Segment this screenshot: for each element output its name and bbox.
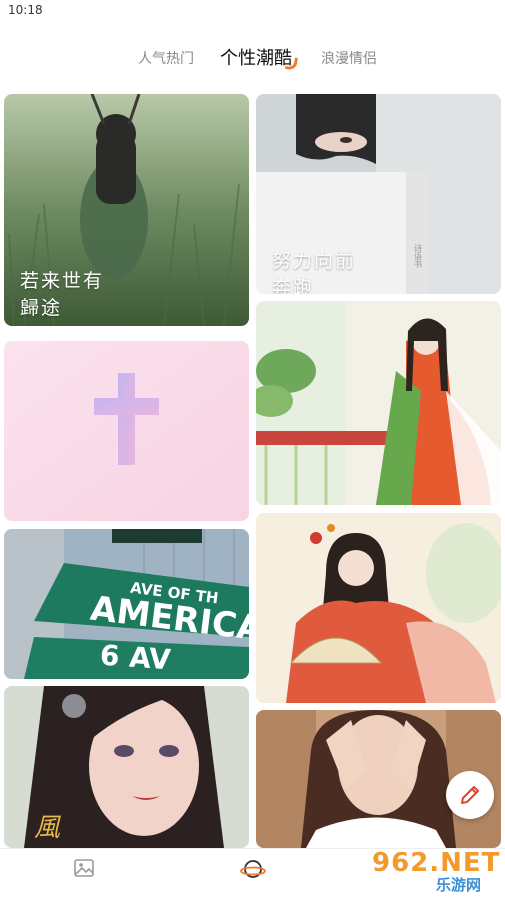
pencil-icon bbox=[461, 786, 479, 804]
card-street-sign[interactable]: AVE OF TH AMERICA 6 AV bbox=[4, 529, 249, 679]
nav-discover[interactable] bbox=[240, 857, 266, 881]
card-girl-book[interactable]: 诗语书 努力向前 奔跑 bbox=[256, 94, 501, 294]
card-caption: 努力向前 奔跑 bbox=[272, 250, 357, 294]
card-hanfu-garden[interactable] bbox=[256, 301, 501, 505]
planet-icon bbox=[240, 860, 266, 878]
card-game-character[interactable]: 風 bbox=[4, 686, 249, 848]
photo-hanfu-fan bbox=[256, 513, 501, 703]
card-hanfu-fan[interactable] bbox=[256, 513, 501, 703]
photo-hanfu-garden bbox=[256, 301, 501, 505]
edit-fab[interactable] bbox=[446, 771, 494, 819]
card-pink-cross[interactable] bbox=[4, 341, 249, 521]
card-girl-grass[interactable]: 若来世有 歸途 bbox=[4, 94, 249, 326]
watermark-sub: 乐游网 bbox=[436, 876, 482, 894]
pink-cross-image bbox=[4, 341, 249, 521]
photo-game-character: 風 bbox=[4, 686, 249, 848]
gallery-icon bbox=[74, 859, 94, 877]
sign-line-3: 6 AV bbox=[98, 638, 172, 677]
svg-text:風: 風 bbox=[34, 813, 61, 843]
image-grid: 若来世有 歸途 诗语书 努力向前 奔跑 AVE OF TH AMERICA 6 … bbox=[0, 0, 505, 898]
card-caption: 若来世有 歸途 bbox=[20, 270, 105, 319]
nav-gallery[interactable] bbox=[73, 857, 97, 881]
svg-text:诗语书: 诗语书 bbox=[414, 243, 423, 269]
watermark-logo: 962.NET 乐游网 bbox=[366, 848, 500, 894]
